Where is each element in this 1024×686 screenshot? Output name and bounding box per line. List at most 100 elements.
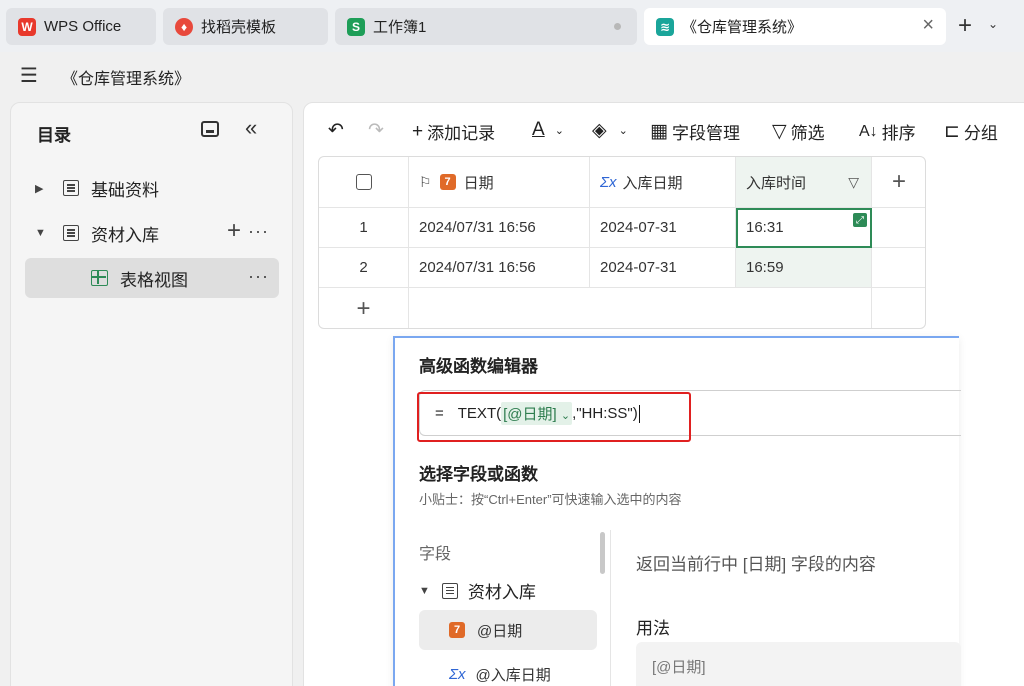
more-options-icon[interactable]: ··· (248, 221, 269, 242)
add-record-label: 添加记录 (427, 124, 496, 143)
filter-label: 筛选 (790, 124, 825, 143)
sidebar-item-material-inbound[interactable]: ▼ 资材入库 + ··· (25, 213, 279, 253)
tab-docer[interactable]: ♦ 找稻壳模板 (163, 8, 328, 45)
list-icon (63, 225, 79, 241)
tab-label: 工作簿1 (373, 19, 427, 36)
empty-cell (409, 288, 872, 328)
filter-icon: ▽ (772, 121, 787, 142)
field-description: 返回当前行中 [日期] 字段的内容 (636, 555, 876, 574)
primary-flag-icon: ⚐ (419, 173, 432, 190)
caret-down-icon[interactable]: ▼ (35, 227, 51, 239)
empty-cell (872, 208, 925, 247)
sidebar-item-label: 表格视图 (120, 270, 188, 290)
field-list-scrollbar[interactable] (600, 532, 605, 574)
tab-warehouse-system[interactable]: ≋ 《仓库管理系统》 × (644, 8, 946, 45)
tab-label: 《仓库管理系统》 (682, 19, 803, 36)
undo-icon[interactable]: ↶ (328, 119, 348, 142)
field-manage-button[interactable]: ▦ 字段管理 (650, 119, 740, 144)
column-header-inbound-date[interactable]: Σx 入库日期 (590, 157, 736, 207)
table-row[interactable]: 2 2024/07/31 16:56 2024-07-31 16:59 (319, 248, 925, 288)
new-tab-plus-icon[interactable]: + (958, 12, 972, 40)
chevron-down-icon: ⌄ (554, 124, 564, 137)
docer-icon: ♦ (175, 17, 193, 36)
active-cell-outline: ⤢ (736, 208, 872, 248)
close-icon[interactable]: × (922, 14, 934, 37)
text-color-icon: A (532, 119, 545, 140)
formula-field-icon: Σx (600, 173, 617, 191)
column-header-inbound-time[interactable]: 入库时间 ▽ (736, 157, 872, 207)
tip-text: 小贴士：按“Ctrl+Enter”可快速输入选中的内容 (419, 492, 682, 507)
cell-date[interactable]: 2024/07/31 16:56 (409, 208, 590, 247)
fill-color-button[interactable]: ◈ ⌄ (592, 119, 628, 142)
multidim-table-icon: ≋ (656, 17, 674, 36)
collapse-sidebar-icon[interactable]: « (245, 115, 257, 141)
group-button[interactable]: ⊏ 分组 (944, 119, 998, 144)
grid-header-row: ⚐ 7 日期 Σx 入库日期 入库时间 ▽ + (319, 157, 925, 208)
caret-right-icon[interactable]: ▶ (35, 182, 51, 195)
wps-logo-icon: W (18, 17, 36, 36)
caret-down-icon[interactable]: ▼ (419, 585, 430, 597)
sidebar-item-grid-view[interactable]: 表格视图 ··· (25, 258, 279, 298)
field-group-material-inbound[interactable]: ▼ 资材入库 (419, 578, 536, 603)
row-number: 2 (319, 248, 409, 287)
chevron-down-icon[interactable]: ⌄ (988, 17, 998, 31)
advanced-formula-editor: 高级函数编辑器 = TEXT( [@日期] ⌄ ,"HH:SS") 选择字段或函… (393, 336, 961, 686)
empty-cell (872, 248, 925, 287)
cell-inbound-date[interactable]: 2024-07-31 (590, 208, 736, 247)
column-header-label: 入库日期 (622, 174, 683, 192)
spreadsheet-s-icon: S (347, 17, 365, 36)
field-item-inbound-date[interactable]: Σx @入库日期 (419, 654, 597, 686)
section-title: 选择字段或函数 (419, 465, 538, 484)
column-header-date[interactable]: ⚐ 7 日期 (409, 157, 590, 207)
add-record-button[interactable]: + 添加记录 (412, 119, 495, 144)
text-color-button[interactable]: A ⌄ (532, 119, 564, 141)
filter-button[interactable]: ▽ 筛选 (772, 119, 825, 144)
expand-cell-icon[interactable]: ⤢ (853, 213, 867, 227)
cell-date[interactable]: 2024/07/31 16:56 (409, 248, 590, 287)
more-options-icon[interactable]: ··· (248, 266, 269, 287)
grid-icon: ▦ (650, 121, 668, 142)
highlight-annotation-box (417, 392, 691, 442)
list-icon (441, 582, 458, 599)
tab-workbook[interactable]: S 工作簿1 (335, 8, 637, 45)
sidebar-item-basic-data[interactable]: ▶ 基础资料 (25, 168, 279, 208)
column-header-label: 入库时间 (746, 174, 807, 192)
field-item-label: @入库日期 (475, 666, 551, 684)
paint-bucket-icon: ◈ (592, 120, 607, 141)
fields-label: 字段 (419, 546, 452, 563)
tab-label: 找稻壳模板 (201, 19, 277, 36)
panel-toggle-icon[interactable] (201, 121, 219, 137)
formula-field-icon: Σx (449, 665, 466, 683)
cell-inbound-date[interactable]: 2024-07-31 (590, 248, 736, 287)
field-manage-label: 字段管理 (671, 124, 740, 143)
unsaved-dot-icon (614, 23, 621, 30)
add-row: + (319, 288, 925, 328)
sort-button[interactable]: A↓ 排序 (859, 119, 916, 144)
toolbar: ↶ ↷ + 添加记录 A ⌄ ◈ ⌄ ▦ 字段管理 ▽ 筛选 A↓ 排序 ⊏ 分… (304, 103, 1024, 159)
select-all-checkbox[interactable] (355, 174, 372, 190)
chevron-down-icon: ⌄ (618, 125, 628, 137)
sidebar-item-label: 资材入库 (91, 225, 159, 245)
tab-bar: W WPS Office ♦ 找稻壳模板 S 工作簿1 ≋ 《仓库管理系统》 ×… (0, 0, 1024, 52)
add-row-plus-icon[interactable]: + (319, 288, 409, 328)
divider (610, 530, 611, 686)
tab-label: WPS Office (44, 18, 122, 35)
hamburger-menu-icon[interactable]: ☰ (20, 63, 38, 88)
add-view-plus-icon[interactable]: + (227, 217, 241, 245)
field-item-date[interactable]: 7 @日期 (419, 610, 597, 650)
row-number: 1 (319, 208, 409, 247)
date-field-icon: 7 (439, 174, 456, 190)
sort-label: 排序 (881, 124, 916, 143)
sort-icon: A↓ (859, 122, 878, 140)
filter-icon[interactable]: ▽ (848, 174, 859, 191)
field-group-label: 资材入库 (467, 583, 536, 602)
sidebar-item-label: 基础资料 (91, 180, 159, 200)
sidebar-title: 目录 (37, 126, 71, 145)
select-all-cell[interactable] (319, 157, 409, 207)
usage-label: 用法 (636, 619, 670, 638)
column-header-label: 日期 (463, 174, 494, 192)
redo-icon[interactable]: ↷ (368, 119, 388, 142)
add-column-plus-icon[interactable]: + (872, 157, 925, 207)
tab-wps-office[interactable]: W WPS Office (6, 8, 156, 45)
cell-inbound-time[interactable]: 16:59 (736, 248, 872, 287)
